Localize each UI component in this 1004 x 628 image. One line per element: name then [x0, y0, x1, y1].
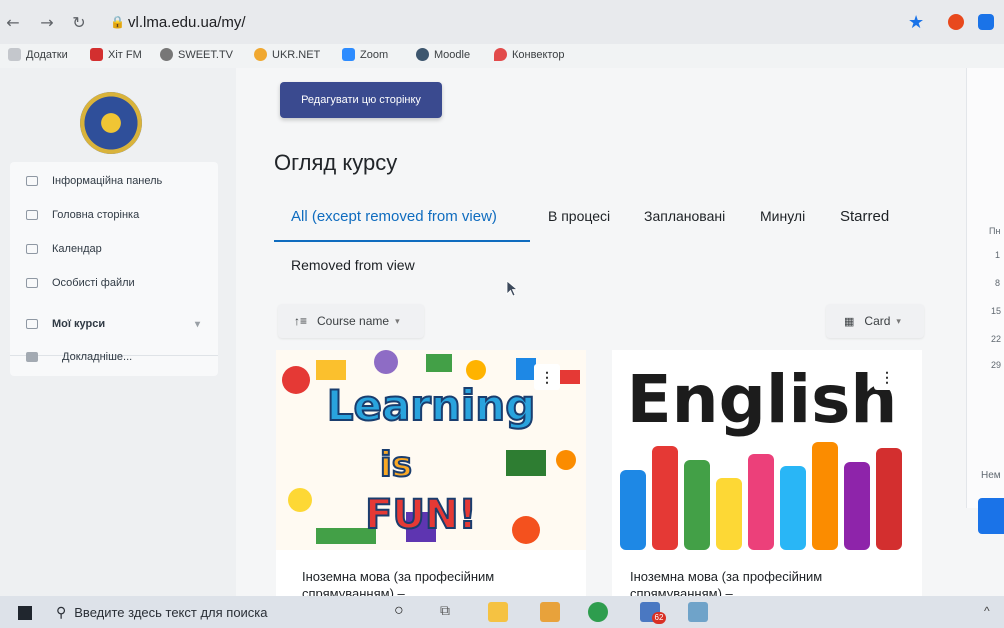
search-icon: ⚲: [56, 604, 67, 620]
calendar-day[interactable]: 22: [991, 334, 1001, 344]
taskbar: ⚲ Введите здесь текст для поиска ○ ⧉ 62 …: [0, 596, 1004, 628]
cortana-icon[interactable]: ○: [394, 602, 404, 620]
forward-icon[interactable]: →: [38, 14, 56, 32]
bookmark-ukrnet[interactable]: UKR.NET: [254, 48, 320, 61]
image-text-fun: FUN!: [365, 492, 477, 538]
edit-page-button[interactable]: Редагувати цю сторінку: [280, 82, 442, 118]
calendar-block: Пн 1 8 15 22 29 Нем: [966, 68, 1004, 508]
zoom-icon: [342, 48, 355, 61]
tab-past[interactable]: Минулі: [760, 208, 805, 224]
heart-icon: [494, 48, 507, 61]
dashboard-icon: [26, 176, 38, 186]
sidebar-item-my-courses[interactable]: Мої курси ▾: [10, 307, 218, 341]
grid-icon: ▦: [844, 315, 855, 328]
notification-badge: 62: [652, 612, 666, 624]
course-card[interactable]: English ⋮ Іноземна мова (за професійним …: [612, 350, 922, 596]
courses-icon: [26, 319, 38, 329]
calendar-footer-text: Нем: [981, 470, 1001, 481]
taskbar-search[interactable]: ⚲ Введите здесь текст для поиска: [56, 604, 268, 621]
sort-icon: ↑≡: [294, 314, 308, 328]
calendar-day[interactable]: 8: [995, 278, 1000, 288]
sidebar-item-calendar[interactable]: Календар: [10, 232, 218, 266]
mouse-cursor-icon: [506, 280, 519, 297]
image-text-is: is: [380, 445, 412, 485]
ukrnet-icon: [254, 48, 267, 61]
page-title: Огляд курсу: [274, 150, 398, 175]
moodle-page: Інформаційна панель Головна сторінка Кал…: [0, 68, 1004, 596]
chevron-up-icon[interactable]: ^: [984, 604, 990, 618]
sweettv-icon: [160, 48, 173, 61]
bookmark-konvektor[interactable]: Конвектор: [494, 48, 565, 61]
home-icon: [26, 210, 38, 220]
course-card[interactable]: Learning is FUN! ⋮ Іноземна мова (за про…: [276, 350, 586, 596]
windows-start-icon[interactable]: [18, 606, 32, 620]
main-content: Редагувати цю сторінку Огляд курсу All (…: [236, 68, 966, 596]
extension-icon[interactable]: [978, 14, 994, 30]
calendar-day[interactable]: 29: [991, 360, 1001, 370]
calendar-weekday: Пн: [989, 226, 1001, 236]
tab-in-progress[interactable]: В процесі: [548, 208, 610, 224]
sort-dropdown[interactable]: ↑≡ Course name ▾: [278, 304, 424, 338]
caret-down-icon: ▾: [395, 315, 400, 326]
nav-list: Інформаційна панель Головна сторінка Кал…: [10, 162, 218, 376]
active-tab-indicator: [274, 240, 530, 242]
university-logo[interactable]: [80, 92, 142, 154]
calendar-day[interactable]: 15: [991, 306, 1001, 316]
moodle-icon: [416, 48, 429, 61]
bookmark-moodle[interactable]: Moodle: [416, 48, 470, 61]
apps-grid-icon: [8, 48, 21, 61]
bookmark-sweettv[interactable]: SWEET.TV: [160, 48, 233, 61]
sidebar-item-private-files[interactable]: Особисті файли: [10, 266, 218, 300]
task-view-icon[interactable]: ⧉: [440, 602, 450, 619]
course-menu-button[interactable]: ⋮: [874, 364, 900, 390]
view-dropdown[interactable]: ▦ Card ▾: [826, 304, 924, 338]
image-text-english: English: [627, 361, 898, 438]
calendar-icon: [26, 244, 38, 254]
calendar-day[interactable]: 1: [995, 250, 1000, 260]
bookmark-apps[interactable]: Додатки: [8, 48, 68, 61]
sidebar-item-dashboard[interactable]: Інформаційна панель: [10, 164, 218, 198]
bookmark-star-icon[interactable]: ★: [908, 12, 924, 33]
hitfm-icon: [90, 48, 103, 61]
app-icon[interactable]: [688, 602, 708, 622]
file-explorer-icon[interactable]: [488, 602, 508, 622]
calendar-action-button[interactable]: [978, 498, 1004, 534]
browser-toolbar: ← → ↻ 🔒 vl.lma.edu.ua/my/ ★: [0, 0, 1004, 44]
course-title[interactable]: Іноземна мова (за професійним спрямуванн…: [302, 568, 572, 596]
reload-icon[interactable]: ↻: [70, 14, 88, 32]
chrome-icon[interactable]: [588, 602, 608, 622]
caret-down-icon: ▾: [896, 315, 901, 326]
bookmark-hitfm[interactable]: Хіт FM: [90, 48, 142, 61]
tab-future[interactable]: Заплановані: [644, 208, 725, 224]
chevron-down-icon: ▾: [194, 318, 200, 330]
tab-all[interactable]: All (except removed from view): [291, 208, 497, 225]
folder-icon: [26, 352, 38, 362]
address-bar[interactable]: vl.lma.edu.ua/my/: [128, 14, 246, 31]
nav-drawer: Інформаційна панель Головна сторінка Кал…: [0, 68, 236, 596]
bookmark-zoom[interactable]: Zoom: [342, 48, 388, 61]
files-icon: [26, 278, 38, 288]
app-icon[interactable]: [540, 602, 560, 622]
sidebar-item-more[interactable]: Докладніше...: [10, 340, 218, 374]
lock-icon: 🔒: [110, 15, 125, 29]
bookmarks-bar: Додатки Хіт FM SWEET.TV UKR.NET Zoom Moo…: [0, 44, 1004, 68]
sidebar-item-home[interactable]: Головна сторінка: [10, 198, 218, 232]
course-menu-button[interactable]: ⋮: [534, 364, 560, 390]
course-title[interactable]: Іноземна мова (за професійним спрямуванн…: [630, 568, 900, 596]
tab-starred[interactable]: Starred: [840, 208, 889, 225]
image-text-learning: Learning: [327, 381, 536, 430]
extension-icon[interactable]: [948, 14, 964, 30]
tab-removed[interactable]: Removed from view: [291, 257, 415, 273]
back-icon[interactable]: ←: [4, 14, 22, 32]
